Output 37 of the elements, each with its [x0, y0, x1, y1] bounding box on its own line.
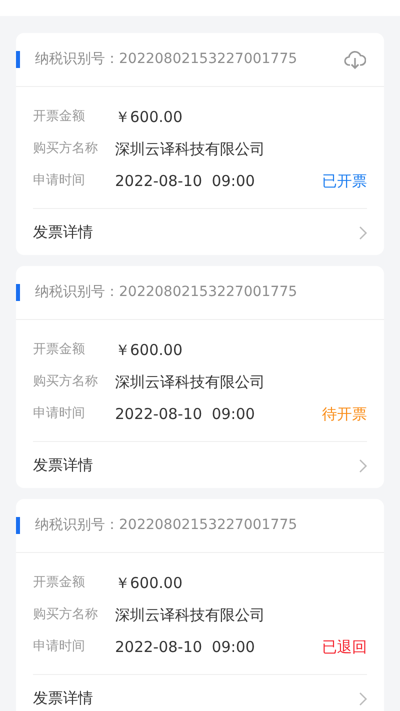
cloud-download-icon[interactable]: [344, 50, 366, 70]
tax-id-value: 20220802153227001775: [119, 516, 298, 535]
accent-bar: [16, 517, 20, 534]
status-label: 待开票: [322, 404, 367, 425]
field-value: ￥600.00: [115, 106, 182, 128]
field-label: 购买方名称: [33, 373, 99, 392]
field-label: 购买方名称: [33, 606, 99, 624]
invoice-detail-link[interactable]: 发票详情: [33, 454, 93, 477]
field-value: 2022-08-10 09:00: [115, 636, 255, 658]
field-value: 深圳云译科技有限公司: [115, 604, 265, 626]
invoice-detail-link[interactable]: 发票详情: [33, 687, 93, 710]
tax-id-value: 20220802153227001775: [119, 283, 298, 302]
tax-id-label: 纳税识别号：: [35, 516, 119, 535]
field-value: 深圳云译科技有限公司: [115, 372, 265, 393]
accent-bar: [16, 51, 20, 68]
tax-id-value: 20220802153227001775: [119, 50, 298, 69]
field-value: ￥600.00: [115, 572, 182, 594]
field-label: 开票金额: [33, 108, 86, 126]
chevron-right-icon: [359, 458, 367, 472]
field-value: 深圳云译科技有限公司: [115, 138, 265, 160]
tax-id-label: 纳税识别号：: [35, 283, 119, 302]
field-label: 开票金额: [33, 574, 86, 592]
chevron-right-icon: [359, 226, 367, 240]
field-value: 2022-08-10 09:00: [115, 404, 255, 425]
field-label: 申请时间: [33, 405, 86, 424]
field-value: 2022-08-10 09:00: [115, 170, 255, 192]
accent-bar: [16, 284, 20, 301]
field-label: 开票金额: [33, 341, 86, 360]
field-label: 申请时间: [33, 638, 86, 656]
status-label: 已开票: [322, 170, 367, 192]
invoice-detail-link[interactable]: 发票详情: [33, 221, 93, 244]
field-label: 购买方名称: [33, 140, 99, 158]
status-label: 已退回: [322, 636, 367, 658]
field-label: 申请时间: [33, 172, 86, 190]
chevron-right-icon: [359, 692, 367, 706]
tax-id-label: 纳税识别号：: [35, 50, 119, 69]
field-value: ￥600.00: [115, 340, 182, 361]
